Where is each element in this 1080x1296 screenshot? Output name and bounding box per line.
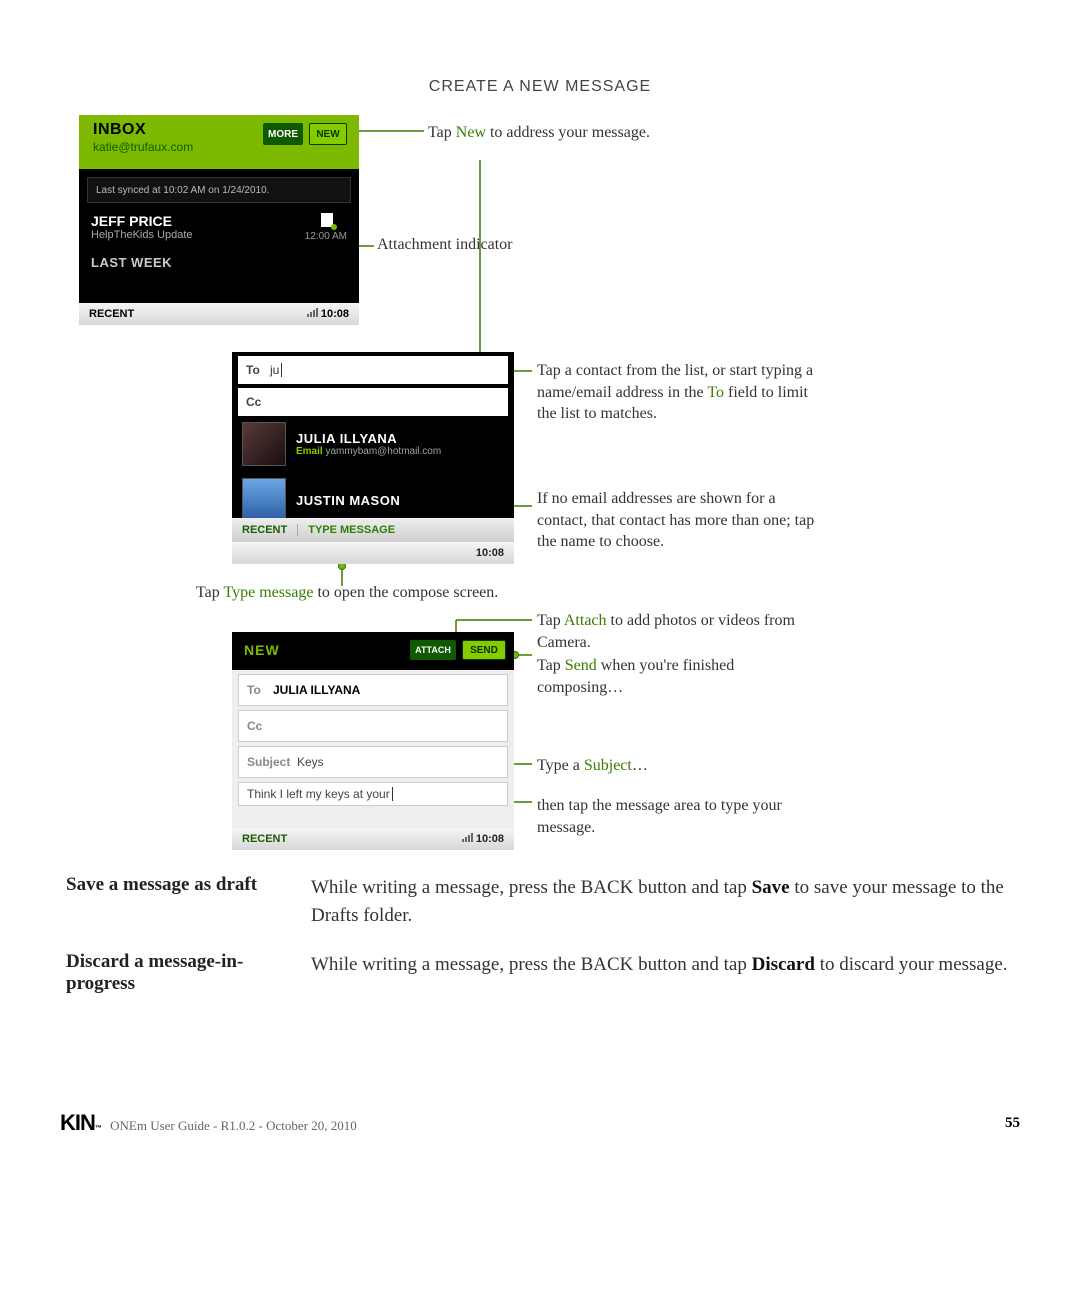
contact-name: JUSTIN MASON (296, 493, 400, 508)
clock: 10:08 (476, 833, 504, 845)
compose-screenshot: NEW ATTACH SEND To JULIA ILLYANA Cc Subj… (232, 632, 514, 850)
signal-icon (462, 833, 473, 842)
cc-label: Cc (246, 395, 270, 409)
message-body[interactable]: Think I left my keys at your (238, 782, 508, 806)
clock: 10:08 (321, 308, 349, 320)
inbox-screenshot: INBOX katie@trufaux.com MORE NEW Last sy… (79, 115, 359, 325)
more-button[interactable]: MORE (263, 123, 303, 145)
contact-picker-screenshot: To ju Cc JULIA ILLYANA Email yammybam@ho… (232, 352, 514, 564)
sender-name: JEFF PRICE (91, 213, 347, 229)
recent-tab[interactable]: RECENT (232, 524, 298, 536)
subject-value: Keys (297, 755, 324, 769)
contact-name: JULIA ILLYANA (296, 431, 441, 446)
cc-field[interactable]: Cc (238, 710, 508, 742)
new-label: NEW (244, 642, 280, 658)
callout-subject: Type a Subject… (537, 755, 648, 777)
to-field[interactable]: To JULIA ILLYANA (238, 674, 508, 706)
to-label: To (247, 683, 273, 697)
subject-label: Subject (247, 755, 297, 769)
clock: 10:08 (476, 547, 504, 559)
email-label: Email (296, 446, 323, 457)
new-button[interactable]: NEW (309, 123, 347, 145)
callout-send: Tap Send when you're finished composing… (537, 655, 797, 698)
callout-attach: Tap Attach to add photos or videos from … (537, 610, 797, 653)
contact-email: yammybam@hotmail.com (325, 446, 441, 457)
attachment-icon (321, 213, 333, 227)
recent-label: RECENT (89, 308, 134, 320)
to-field[interactable]: To ju (238, 356, 508, 384)
cc-label: Cc (247, 719, 273, 733)
instructions: Save a message as draft While writing a … (66, 874, 1016, 1017)
callout-contact: Tap a contact from the list, or start ty… (537, 360, 817, 425)
sync-status: Last synced at 10:02 AM on 1/24/2010. (87, 177, 351, 203)
send-button[interactable]: SEND (462, 640, 506, 660)
attach-button[interactable]: ATTACH (410, 640, 456, 660)
footer: KIN™ ONEm User Guide - R1.0.2 - October … (60, 1110, 1020, 1136)
page-number: 55 (1005, 1115, 1020, 1132)
callout-attachment: Attachment indicator (377, 234, 513, 256)
to-value: JULIA ILLYANA (273, 683, 360, 697)
contact-row-julia[interactable]: JULIA ILLYANA Email yammybam@hotmail.com (232, 416, 514, 472)
footer-text: ONEm User Guide - R1.0.2 - October 20, 2… (110, 1118, 357, 1133)
message-time: 12:00 AM (305, 231, 347, 242)
last-week-header: LAST WEEK (79, 249, 359, 270)
cc-field[interactable]: Cc (238, 388, 508, 416)
signal-icon (307, 308, 318, 317)
subject-field[interactable]: Subject Keys (238, 746, 508, 778)
to-label: To (246, 363, 270, 377)
avatar (242, 422, 286, 466)
instr-body-save: While writing a message, press the BACK … (311, 874, 1016, 929)
type-message-tab[interactable]: TYPE MESSAGE (298, 524, 405, 536)
callout-no-email: If no email addresses are shown for a co… (537, 488, 817, 553)
kin-logo: KIN™ (60, 1110, 101, 1136)
recent-label: RECENT (242, 833, 287, 845)
body-text: Think I left my keys at your (247, 787, 390, 801)
callout-new: Tap New to address your message. (428, 122, 650, 144)
instr-heading-discard: Discard a message-in-progress (66, 951, 311, 995)
message-row[interactable]: JEFF PRICE HelpTheKids Update 12:00 AM (79, 203, 359, 249)
callout-type-message: Tap Type message to open the compose scr… (196, 582, 498, 604)
instr-body-discard: While writing a message, press the BACK … (311, 951, 1016, 995)
page-title: CREATE A NEW MESSAGE (0, 78, 1080, 96)
avatar (242, 478, 286, 522)
to-value: ju (270, 363, 279, 377)
callout-body: then tap the message area to type your m… (537, 795, 797, 838)
instr-heading-save: Save a message as draft (66, 874, 311, 929)
